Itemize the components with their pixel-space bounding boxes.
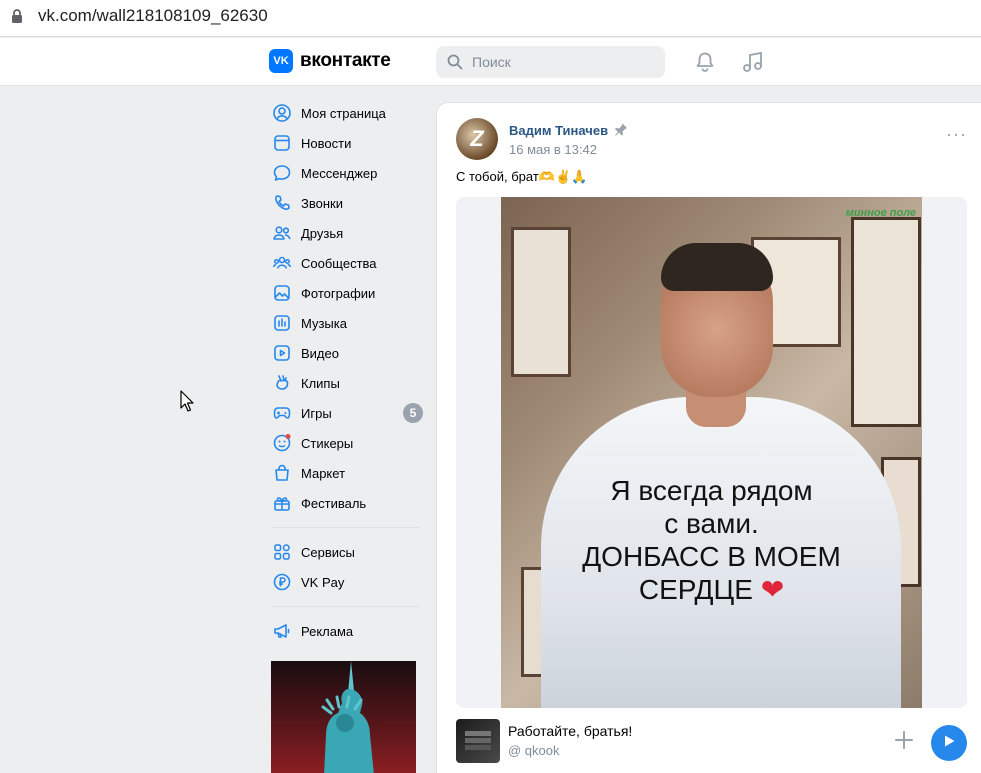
caption-line: с вами.	[664, 508, 759, 539]
menu-item-video[interactable]: Видео	[270, 338, 424, 368]
games-count-badge: 5	[403, 403, 423, 423]
menu-item-news[interactable]: Новости	[270, 128, 424, 158]
menu-item-label: Игры	[301, 405, 332, 421]
menu-item-label: Сообщества	[301, 255, 377, 271]
vk-logo-text: вконтакте	[300, 50, 391, 71]
image-caption: Я всегда рядом с вами. ДОНБАСС В МОЕМ СЕ…	[501, 474, 922, 606]
menu-item-label: Моя страница	[301, 105, 386, 121]
menu-item-label: Мессенджер	[301, 165, 378, 181]
music-icon	[272, 313, 292, 333]
menu-item-communities[interactable]: Сообщества	[270, 248, 424, 278]
post-date[interactable]: 16 мая в 13:42	[509, 142, 597, 157]
post-author[interactable]: Вадим Тиначев	[509, 122, 628, 139]
music-note-icon[interactable]	[741, 50, 765, 79]
url-text[interactable]: vk.com/wall218108109_62630	[38, 6, 268, 26]
menu-item-photos[interactable]: Фотографии	[270, 278, 424, 308]
post-text: С тобой, брат🫶✌️🙏	[456, 169, 588, 184]
services-grid-icon	[272, 542, 292, 562]
phone-icon	[272, 193, 292, 213]
post-author-name[interactable]: Вадим Тиначев	[509, 123, 608, 138]
menu-item-label: Реклама	[301, 623, 354, 639]
sticker-icon	[272, 433, 292, 453]
wall-frame	[851, 217, 921, 427]
wall-frame	[511, 227, 571, 377]
menu-item-calls[interactable]: Звонки	[270, 188, 424, 218]
menu-item-label: Видео	[301, 345, 339, 361]
megaphone-icon	[272, 621, 292, 641]
menu-item-label: Клипы	[301, 375, 340, 391]
search-placeholder: Поиск	[472, 54, 511, 70]
play-icon	[942, 734, 956, 753]
menu-item-my-page[interactable]: Моя страница	[270, 98, 424, 128]
search-input[interactable]: Поиск	[436, 46, 665, 78]
caption-line: СЕРДЦЕ	[638, 574, 753, 605]
author-avatar[interactable]: Z	[456, 118, 498, 160]
gift-icon	[272, 493, 292, 513]
menu-item-games[interactable]: Игры 5	[270, 398, 424, 428]
menu-item-label: Фотографии	[301, 285, 376, 301]
menu-item-label: Сервисы	[301, 544, 355, 560]
person-hair	[661, 243, 773, 291]
vk-header: VK вконтакте Поиск	[0, 38, 981, 86]
post-card: Z Вадим Тиначев 16 мая в 13:42 ··· С тоб…	[436, 102, 981, 773]
menu-item-music[interactable]: Музыка	[270, 308, 424, 338]
lock-icon	[11, 8, 23, 29]
menu-item-label: Друзья	[301, 225, 344, 241]
left-menu: Моя страница Новости Мессенджер Звонки Д…	[270, 98, 424, 646]
menu-item-ads[interactable]: Реклама	[270, 616, 424, 646]
menu-item-services[interactable]: Сервисы	[270, 537, 424, 567]
play-button[interactable]	[931, 725, 967, 761]
shopping-bag-icon	[272, 463, 292, 483]
more-options-icon[interactable]: ···	[946, 125, 967, 143]
user-circle-icon	[272, 103, 292, 123]
gamepad-icon	[272, 403, 292, 423]
menu-item-clips[interactable]: Клипы	[270, 368, 424, 398]
video-icon	[272, 343, 292, 363]
caption-line-last: СЕРДЦЕ ❤	[501, 573, 922, 606]
menu-item-label: Новости	[301, 135, 352, 151]
caption-line: Я всегда рядом	[610, 475, 813, 506]
photo-icon	[272, 283, 292, 303]
menu-item-label: Звонки	[301, 195, 343, 211]
menu-item-label: Стикеры	[301, 435, 354, 451]
news-feed-icon	[272, 133, 292, 153]
menu-item-messenger[interactable]: Мессенджер	[270, 158, 424, 188]
add-audio-icon[interactable]	[893, 729, 915, 756]
menu-divider	[272, 527, 420, 528]
post-image-container[interactable]: минное поле Я всегда рядом с вами. ДОНБА…	[456, 197, 967, 708]
post-photo[interactable]: минное поле Я всегда рядом с вами. ДОНБА…	[501, 197, 922, 708]
menu-item-label: Маркет	[301, 465, 346, 481]
bell-icon[interactable]	[694, 51, 716, 78]
ad-banner-image[interactable]	[271, 661, 416, 773]
caption-line: ДОНБАСС В МОЕМ	[582, 541, 841, 572]
menu-item-market[interactable]: Маркет	[270, 458, 424, 488]
vk-logo-mark: VK	[269, 49, 293, 73]
ruble-icon	[272, 572, 292, 592]
image-watermark: минное поле	[845, 207, 916, 219]
clips-icon	[272, 373, 292, 393]
vk-logo[interactable]: VK вконтакте	[269, 49, 391, 73]
message-bubble-icon	[272, 163, 292, 183]
audio-cover[interactable]	[456, 719, 500, 763]
mouse-cursor-icon	[180, 390, 194, 417]
menu-item-friends[interactable]: Друзья	[270, 218, 424, 248]
pin-icon	[614, 122, 628, 139]
search-icon	[447, 54, 463, 75]
menu-item-vk-pay[interactable]: VK Pay	[270, 567, 424, 597]
audio-artist[interactable]: @ qkook	[508, 743, 560, 758]
menu-item-festival[interactable]: Фестиваль	[270, 488, 424, 518]
browser-address-bar[interactable]: vk.com/wall218108109_62630	[0, 0, 981, 37]
audio-attachment[interactable]: Работайте, братья! @ qkook	[456, 719, 976, 763]
friends-icon	[272, 223, 292, 243]
menu-item-label: Музыка	[301, 315, 347, 331]
menu-divider	[272, 606, 420, 607]
menu-item-label: Фестиваль	[301, 495, 367, 511]
menu-item-label: VK Pay	[301, 574, 345, 590]
communities-icon	[272, 253, 292, 273]
audio-title[interactable]: Работайте, братья!	[508, 723, 632, 739]
menu-item-stickers[interactable]: Стикеры	[270, 428, 424, 458]
heart-icon: ❤	[760, 574, 785, 605]
